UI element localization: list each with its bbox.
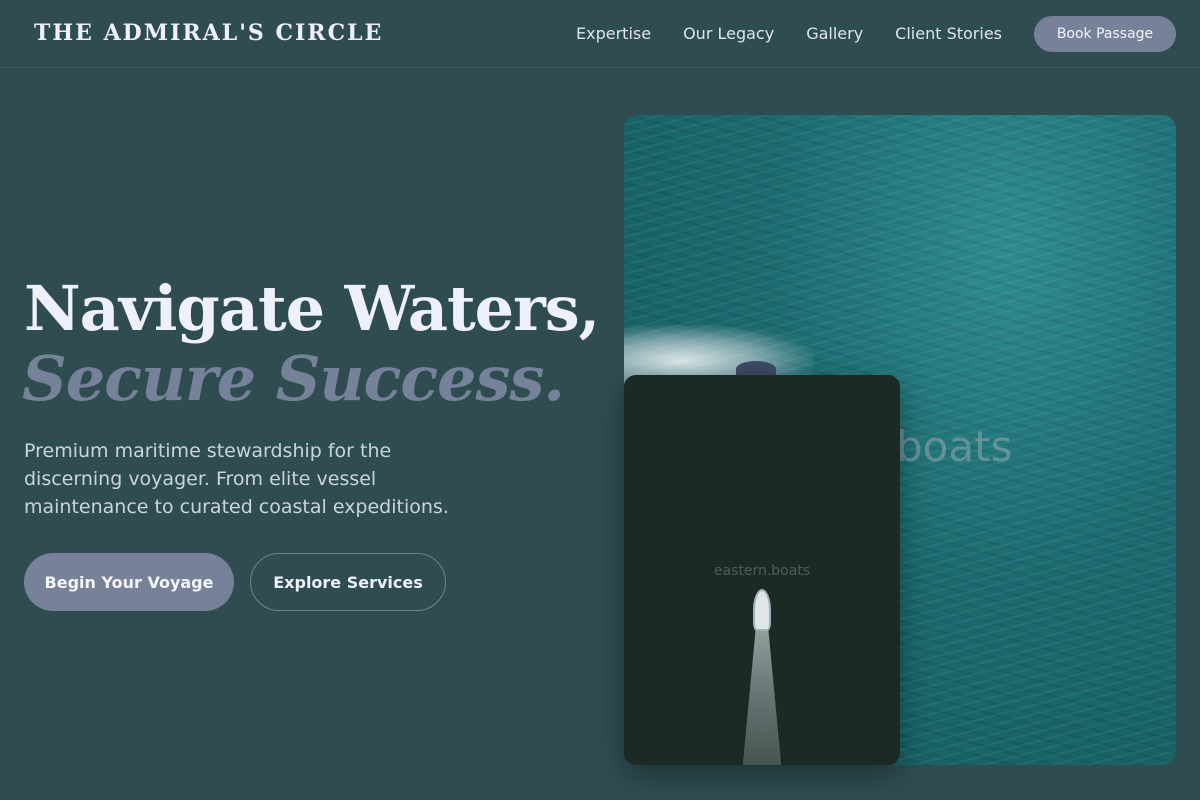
book-passage-button[interactable]: Book Passage: [1034, 16, 1176, 52]
speedboat-image: [753, 589, 771, 631]
overlay-watermark: eastern.boats: [713, 563, 811, 579]
main-nav: Expertise Our Legacy Gallery Client Stor…: [544, 16, 1176, 52]
site-logo[interactable]: THE ADMIRAL'S CIRCLE: [34, 20, 383, 46]
speedboat-photo: eastern.boats: [624, 375, 900, 765]
hero-title-line1: Navigate Waters,: [24, 272, 600, 345]
nav-link-our-legacy[interactable]: Our Legacy: [683, 16, 774, 52]
explore-services-button[interactable]: Explore Services: [250, 553, 446, 611]
nav-link-gallery[interactable]: Gallery: [806, 16, 863, 52]
hero-subtitle: Premium maritime stewardship for the dis…: [24, 440, 449, 518]
nav-link-expertise[interactable]: Expertise: [576, 16, 651, 52]
nav-link-client-stories[interactable]: Client Stories: [895, 16, 1002, 52]
site-header: THE ADMIRAL'S CIRCLE Expertise Our Legac…: [0, 0, 1200, 68]
speedboat-wake: [742, 613, 782, 765]
begin-voyage-button[interactable]: Begin Your Voyage: [24, 553, 234, 611]
hero-title-line2: Secure Success.: [22, 342, 565, 415]
